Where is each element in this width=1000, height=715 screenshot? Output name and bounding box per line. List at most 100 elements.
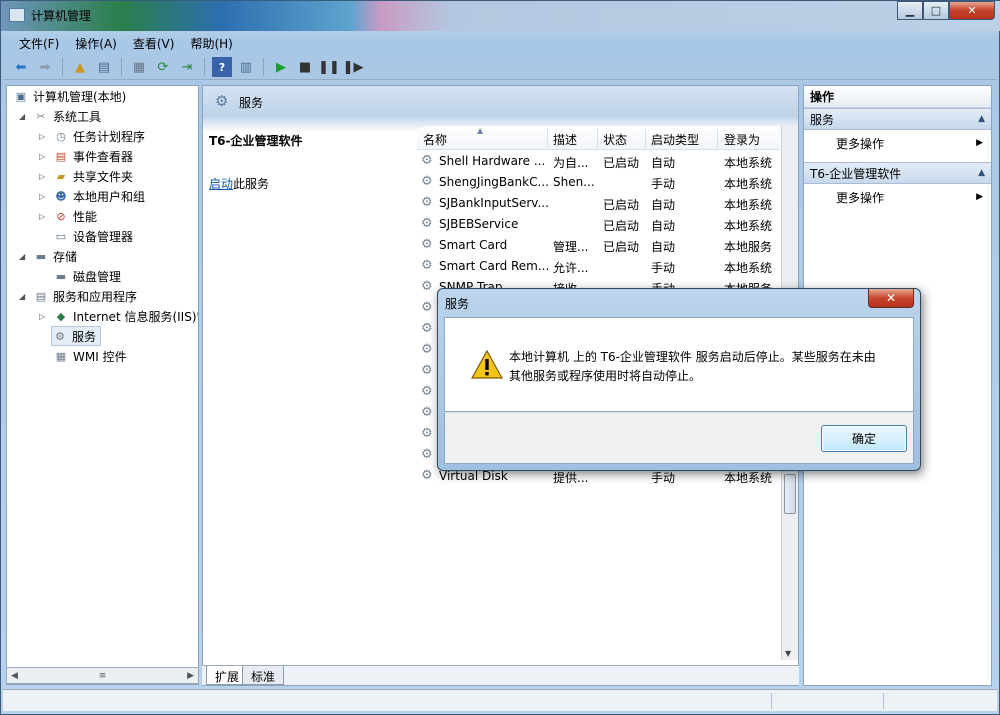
iis-icon: ◆ xyxy=(56,309,66,323)
table-row[interactable]: ⚙ Smart Card 管理... 已启动 自动 本地服务 xyxy=(417,235,780,256)
scroll-grip-icon[interactable]: ≡ xyxy=(99,671,107,681)
minimize-button[interactable]: ▁ xyxy=(897,1,923,20)
refresh-icon[interactable]: ⟳ xyxy=(153,57,173,77)
tools-icon: ✂ xyxy=(36,109,46,123)
service-gear-icon: ⚙ xyxy=(421,279,433,294)
tree-item-performance[interactable]: ▷ ⊘ 性能 xyxy=(39,206,97,226)
forward-icon[interactable]: ➡ xyxy=(35,57,55,77)
scroll-right-icon[interactable]: ▶ xyxy=(187,671,194,681)
tab-standard[interactable]: 标准 xyxy=(242,666,285,685)
actions-section-t6[interactable]: T6-企业管理软件 ▲ xyxy=(804,162,991,184)
pause-service-icon[interactable]: ❚❚ xyxy=(318,57,340,77)
start-service-icon[interactable]: ▶ xyxy=(271,57,291,77)
dialog-message: 本地计算机 上的 T6-企业管理软件 服务启动后停止。某些服务在未由 其他服务或… xyxy=(509,350,876,383)
table-row[interactable]: ⚙ Smart Card Rem... 允许... 手动 本地系统 xyxy=(417,256,780,277)
table-cell: 为自... xyxy=(553,156,589,170)
show-hide-tree-icon[interactable]: ▤ xyxy=(94,57,114,77)
scroll-down-icon[interactable]: ▼ xyxy=(785,649,791,658)
scroll-thumb[interactable] xyxy=(784,474,796,514)
tree-item-task-scheduler[interactable]: ▷ ◷ 任务计划程序 xyxy=(39,126,145,146)
collapse-section-icon[interactable]: ▲ xyxy=(978,168,985,178)
tree-item-device-manager[interactable]: ▭ 设备管理器 xyxy=(53,226,133,246)
table-cell: 本地服务 xyxy=(724,240,773,254)
table-cell: 自动 xyxy=(651,240,676,254)
actions-section-services[interactable]: 服务 ▲ xyxy=(804,108,991,130)
title-bar[interactable]: 计算机管理 ▁ □ ✕ xyxy=(1,1,1000,31)
service-gear-icon: ⚙ xyxy=(421,405,433,420)
stop-service-icon[interactable]: ■ xyxy=(295,57,315,77)
tree-item-event-viewer[interactable]: ▷ ▤ 事件查看器 xyxy=(39,146,133,166)
collapse-icon[interactable]: ◢ xyxy=(19,252,29,261)
expand-icon[interactable]: ▷ xyxy=(39,312,49,321)
table-cell: 允许... xyxy=(553,261,589,275)
back-icon[interactable]: ⬅ xyxy=(11,57,31,77)
column-name[interactable]: 名称 xyxy=(423,131,447,148)
more-actions-t6[interactable]: 更多操作 ▶ xyxy=(804,186,991,208)
tree-item-services[interactable]: ⚙ 服务 xyxy=(51,326,102,346)
view-tabs: 扩展 标准 xyxy=(202,665,799,685)
expand-icon[interactable]: ▷ xyxy=(39,152,49,161)
expand-icon[interactable]: ▷ xyxy=(39,212,49,221)
table-cell: Smart Card xyxy=(439,238,508,252)
tree-item-iis[interactable]: ▷ ◆ Internet 信息服务(IIS)管 xyxy=(39,306,198,326)
table-row[interactable]: ⚙ ShengJingBankC... Shen... 手动 本地系统 xyxy=(417,172,780,193)
table-cell: 自动 xyxy=(651,198,676,212)
column-status[interactable]: 状态 xyxy=(603,131,627,148)
maximize-button[interactable]: □ xyxy=(923,1,949,20)
help-icon[interactable]: ? xyxy=(212,57,232,77)
table-cell: 本地系统 xyxy=(724,198,773,212)
dialog-close-button[interactable]: ✕ xyxy=(868,289,914,308)
menu-help[interactable]: 帮助(H) xyxy=(190,35,232,52)
column-startup-type[interactable]: 启动类型 xyxy=(651,131,699,148)
menu-view[interactable]: 查看(V) xyxy=(133,35,175,52)
tree-item-local-users[interactable]: ▷ ☻ 本地用户和组 xyxy=(39,186,145,206)
menu-action[interactable]: 操作(A) xyxy=(75,35,117,52)
storage-icon: ▬ xyxy=(35,249,47,263)
table-cell: Virtual Disk xyxy=(439,469,508,483)
properties-icon[interactable]: ▦ xyxy=(129,57,149,77)
up-folder-icon[interactable]: ▲ xyxy=(70,57,90,77)
table-cell: 提供... xyxy=(553,471,589,485)
tree-item-storage[interactable]: ◢ ▬ 存储 xyxy=(19,246,77,266)
scroll-left-icon[interactable]: ◀ xyxy=(11,671,18,681)
table-cell: 已启动 xyxy=(603,240,640,254)
more-actions-services[interactable]: 更多操作 ▶ xyxy=(804,132,991,154)
column-description[interactable]: 描述 xyxy=(553,131,577,148)
table-row[interactable]: ⚙ Shell Hardware ... 为自... 已启动 自动 本地系统 xyxy=(417,151,780,172)
status-bar xyxy=(3,689,997,711)
service-gear-icon: ⚙ xyxy=(421,426,433,441)
menu-file[interactable]: 文件(F) xyxy=(19,35,59,52)
tree-item-wmi[interactable]: ▦ WMI 控件 xyxy=(53,346,127,366)
tree-horizontal-scrollbar[interactable]: ◀ ≡ ▶ xyxy=(6,667,199,684)
services-pane-header: ⚙ 服务 xyxy=(203,86,798,116)
collapse-icon[interactable]: ◢ xyxy=(19,112,29,121)
expand-icon[interactable]: ▷ xyxy=(39,132,49,141)
collapse-icon[interactable]: ◢ xyxy=(19,292,29,301)
service-gear-icon: ⚙ xyxy=(421,153,433,168)
show-action-pane-icon[interactable]: ▥ xyxy=(236,57,256,77)
table-row[interactable]: ⚙ SJBankInputServ... 已启动 自动 本地系统 xyxy=(417,193,780,214)
service-gear-icon: ⚙ xyxy=(421,237,433,252)
start-service-link[interactable]: 启动 xyxy=(209,177,233,191)
collapse-section-icon[interactable]: ▲ xyxy=(978,114,985,124)
tree-item-system-tools[interactable]: ◢ ✂ 系统工具 xyxy=(19,106,101,126)
close-button[interactable]: ✕ xyxy=(949,1,995,20)
restart-service-icon[interactable]: ❚▶ xyxy=(343,57,364,77)
column-log-on-as[interactable]: 登录为 xyxy=(724,131,760,148)
export-list-icon[interactable]: ⇥ xyxy=(177,57,197,77)
table-cell: 本地系统 xyxy=(724,156,773,170)
table-row[interactable]: ⚙ SJBEBService 已启动 自动 本地系统 xyxy=(417,214,780,235)
disk-icon: ▬ xyxy=(55,269,67,283)
toolbar: ⬅ ➡ ▲ ▤ ▦ ⟳ ⇥ ? ▥ ▶ ■ ❚❚ ❚▶ xyxy=(3,55,997,80)
ok-button[interactable]: 确定 xyxy=(821,425,907,452)
tree-item-shared-folders[interactable]: ▷ ▰ 共享文件夹 xyxy=(39,166,133,186)
tree-item-services-and-apps[interactable]: ◢ ▤ 服务和应用程序 xyxy=(19,286,137,306)
service-gear-icon: ⚙ xyxy=(421,447,433,462)
event-log-icon: ▤ xyxy=(55,149,67,163)
tree-item-disk-management[interactable]: ▬ 磁盘管理 xyxy=(53,266,121,286)
expand-icon[interactable]: ▷ xyxy=(39,192,49,201)
tree-root[interactable]: ▣ 计算机管理(本地) xyxy=(13,86,127,106)
expand-icon[interactable]: ▷ xyxy=(39,172,49,181)
services-apps-icon: ▤ xyxy=(35,289,47,303)
warning-icon xyxy=(471,350,503,379)
